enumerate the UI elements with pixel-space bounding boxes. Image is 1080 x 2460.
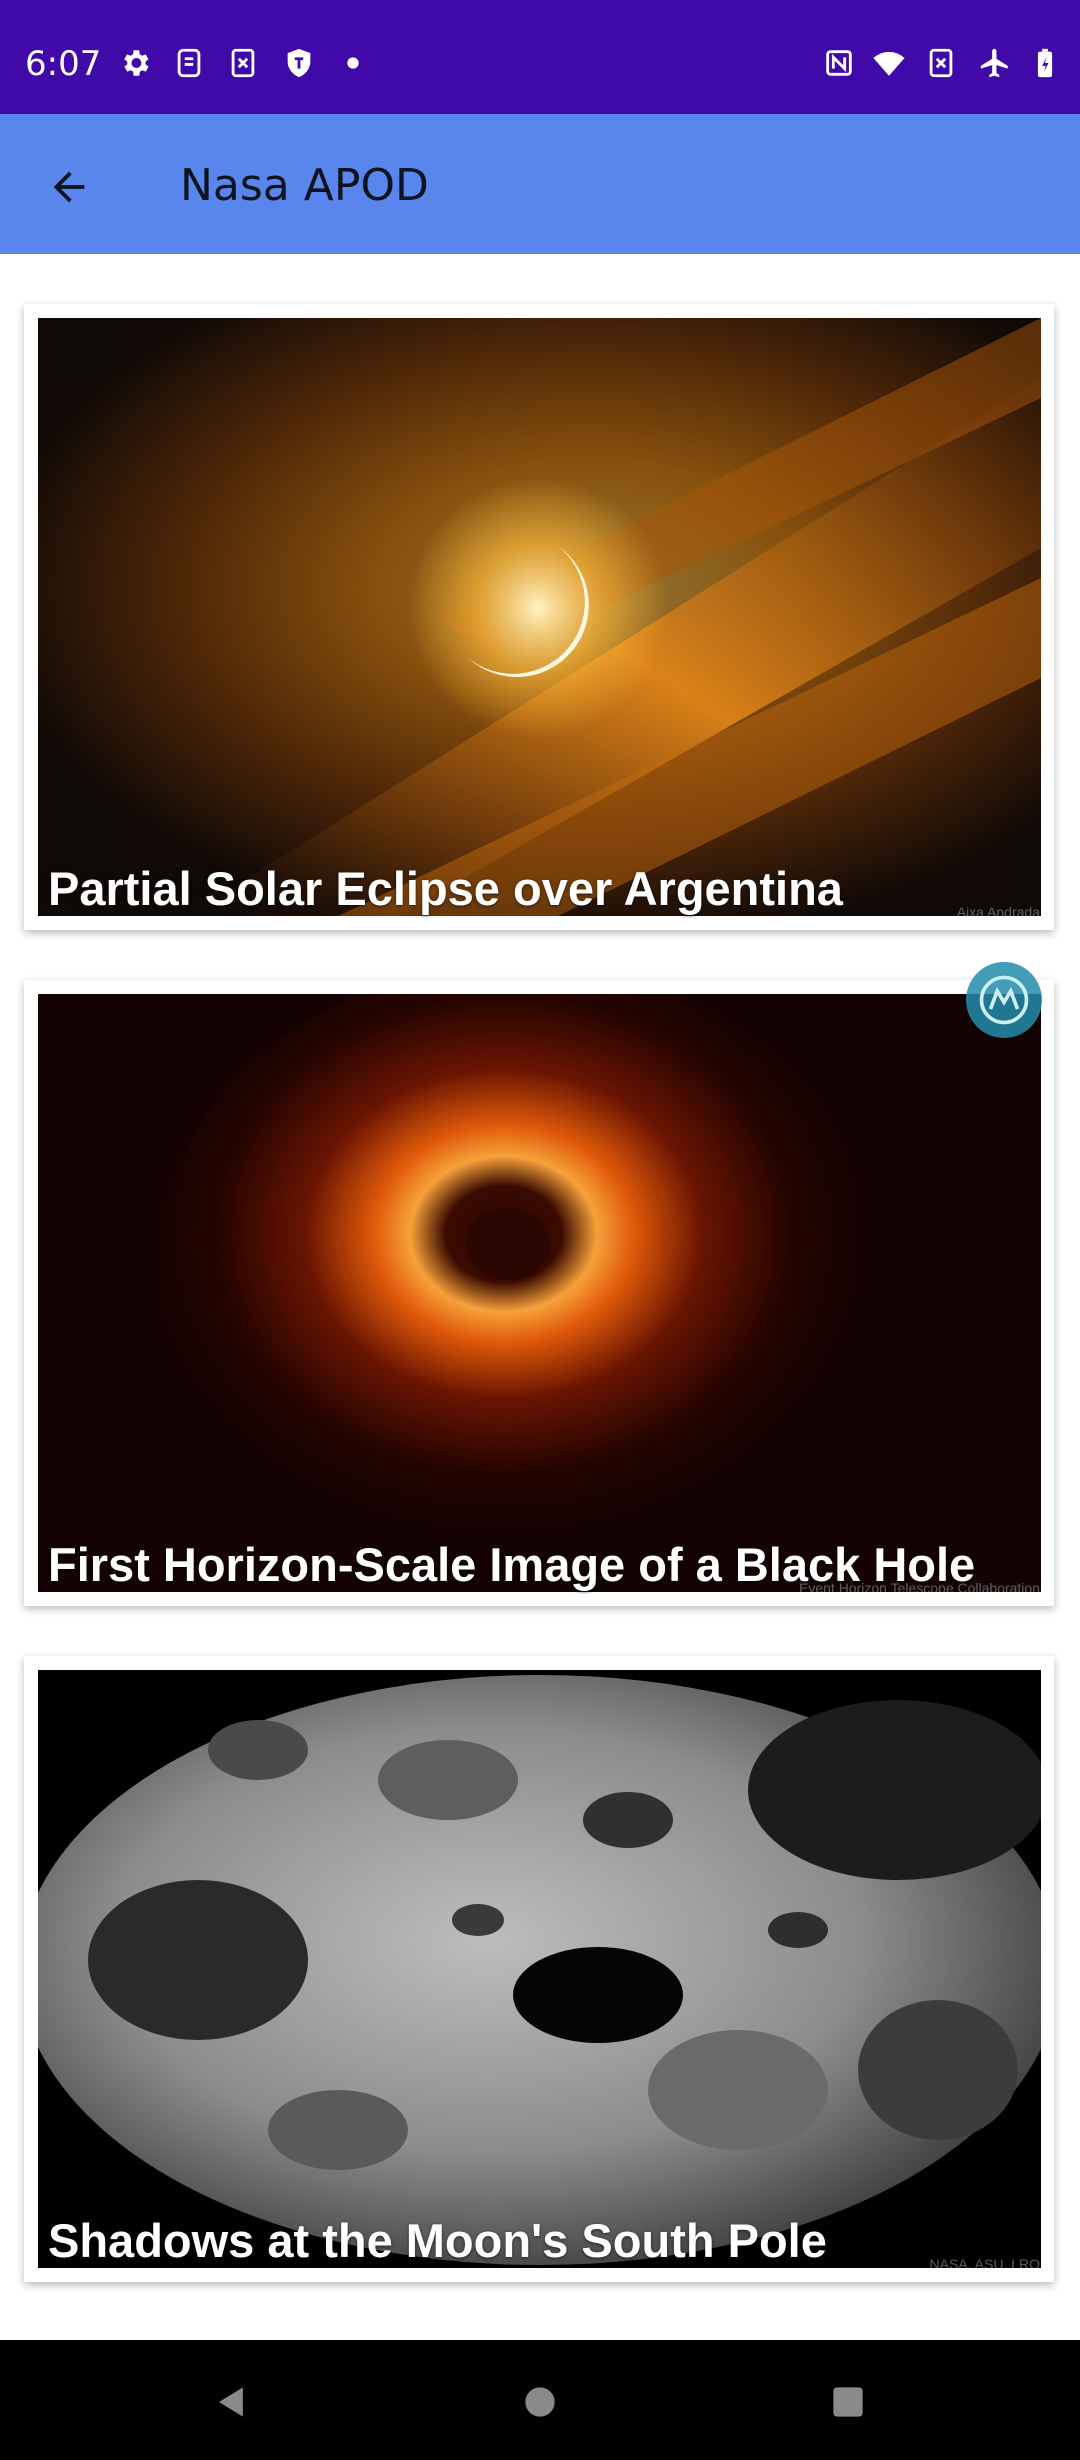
apod-card[interactable]: Partial Solar Eclipse over Argentina Aix… <box>24 304 1054 930</box>
card-credit: Event Horizon Telescope Collaboration <box>799 1580 1040 1596</box>
back-button[interactable] <box>36 154 102 220</box>
motorola-logo-icon[interactable] <box>966 962 1042 1038</box>
no-sim-icon-2 <box>922 44 960 82</box>
arrow-left-icon <box>53 171 85 203</box>
apod-image <box>38 318 1041 916</box>
card-credit: Aixa Andrada <box>956 904 1040 920</box>
no-sim-icon <box>224 44 262 82</box>
wifi-icon <box>870 44 908 82</box>
apod-image <box>38 1670 1041 2268</box>
card-credit: NASA, ASU, LRO <box>929 2256 1040 2272</box>
shield-icon <box>280 44 318 82</box>
status-bar: 6:07 <box>0 0 1080 114</box>
navigation-bar <box>0 2340 1080 2460</box>
gear-icon <box>116 44 154 82</box>
square-recents-icon[interactable] <box>820 2374 876 2430</box>
battery-icon <box>1026 44 1064 82</box>
triangle-back-icon[interactable] <box>202 2374 258 2430</box>
card-caption: Shadows at the Moon's South Pole <box>48 2214 827 2267</box>
app-bar: Nasa APOD <box>0 114 1080 254</box>
dot-icon <box>334 44 372 82</box>
page-title: Nasa APOD <box>180 160 429 211</box>
airplane-icon <box>976 44 1014 82</box>
sim-icon <box>170 44 208 82</box>
apod-card[interactable]: First Horizon-Scale Image of a Black Hol… <box>24 980 1054 1606</box>
status-time: 6:07 <box>25 44 102 84</box>
apod-image <box>38 994 1041 1592</box>
nfc-icon <box>820 44 858 82</box>
card-caption: Partial Solar Eclipse over Argentina <box>48 862 843 915</box>
circle-home-icon[interactable] <box>512 2374 568 2430</box>
apod-card[interactable]: Shadows at the Moon's South Pole NASA, A… <box>24 1656 1054 2282</box>
